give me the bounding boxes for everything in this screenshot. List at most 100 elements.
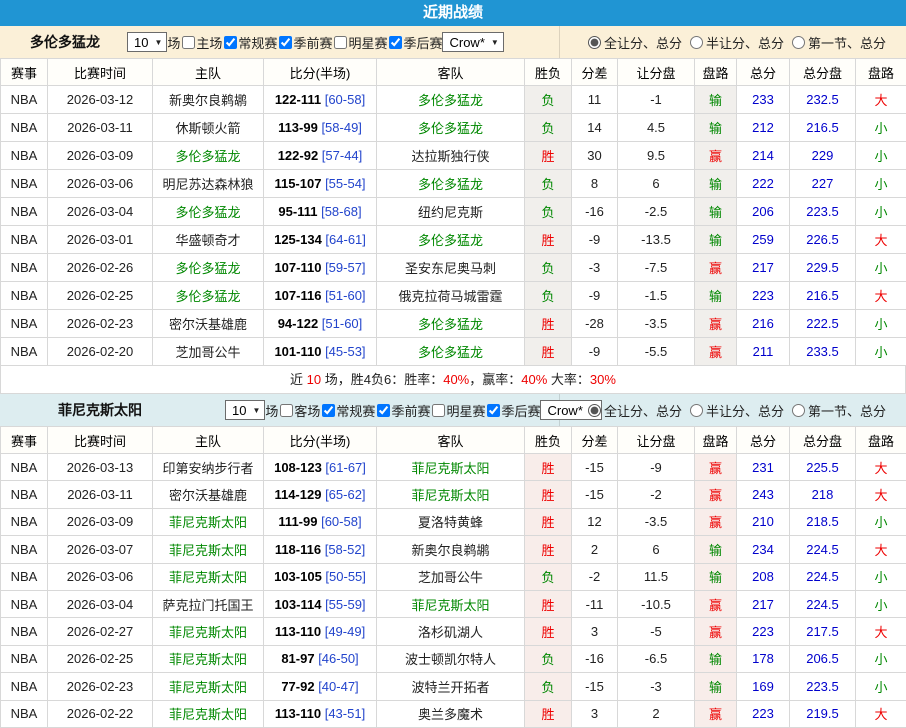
checkbox-icon[interactable] xyxy=(182,36,195,49)
results-table: 赛事比赛时间主队比分(半场)客队胜负分差让分盘盘路总分总分盘盘路 NBA2026… xyxy=(0,426,906,728)
cell-total-points: 223 xyxy=(737,618,790,645)
cell-home-team: 新奥尔良鹈鹕 xyxy=(153,86,264,114)
cell-home-team: 菲尼克斯太阳 xyxy=(153,645,264,672)
cell-total-points: 214 xyxy=(737,142,790,170)
cell-away-team: 菲尼克斯太阳 xyxy=(377,590,525,617)
cell-total-line: 224.5 xyxy=(790,590,856,617)
source-select[interactable]: Crow*▼ xyxy=(442,32,503,52)
cell-away-team: 纽约尼克斯 xyxy=(377,198,525,226)
cell-date: 2026-03-01 xyxy=(48,226,153,254)
games-select[interactable]: 10▼ xyxy=(225,400,265,420)
cell-league: NBA xyxy=(1,481,48,508)
stat-mode-radio[interactable]: 半让分、总分 xyxy=(690,33,784,52)
cell-score: 125-134 [64-61] xyxy=(264,226,377,254)
cell-over-under: 小 xyxy=(856,563,906,590)
filter-checkbox[interactable]: 常规赛 xyxy=(222,33,277,52)
cell-over-under: 小 xyxy=(856,590,906,617)
chevron-down-icon: ▼ xyxy=(252,406,260,415)
filter-checkbox[interactable]: 主场 xyxy=(180,33,222,52)
cell-date: 2026-02-25 xyxy=(48,645,153,672)
checkbox-icon[interactable] xyxy=(224,36,237,49)
checkbox-icon[interactable] xyxy=(432,404,445,417)
cell-over-under: 小 xyxy=(856,338,906,366)
cell-score: 95-111 [58-68] xyxy=(264,198,377,226)
stat-mode-radio[interactable]: 全让分、总分 xyxy=(588,33,682,52)
cell-league: NBA xyxy=(1,338,48,366)
cell-win-loss: 胜 xyxy=(525,481,572,508)
cell-score: 77-92 [40-47] xyxy=(264,673,377,700)
cell-handicap-line: -7.5 xyxy=(618,254,695,282)
filter-checkbox[interactable]: 季前赛 xyxy=(375,401,430,420)
table-row: NBA2026-03-11休斯顿火箭113-99 [58-49]多伦多猛龙负14… xyxy=(1,114,906,142)
cell-handicap-line: 9.5 xyxy=(618,142,695,170)
table-header-row: 赛事比赛时间主队比分(半场)客队胜负分差让分盘盘路总分总分盘盘路 xyxy=(1,427,906,454)
cell-score: 122-111 [60-58] xyxy=(264,86,377,114)
stat-mode-radio[interactable]: 全让分、总分 xyxy=(588,401,682,420)
stat-mode-radio[interactable]: 第一节、总分 xyxy=(792,401,886,420)
cell-handicap-result: 输 xyxy=(695,673,737,700)
games-select[interactable]: 10▼ xyxy=(127,32,167,52)
table-row: NBA2026-03-12新奥尔良鹈鹕122-111 [60-58]多伦多猛龙负… xyxy=(1,86,906,114)
checkbox-icon[interactable] xyxy=(279,36,292,49)
cell-point-diff: -9 xyxy=(572,338,618,366)
filter-checkbox[interactable]: 季前赛 xyxy=(277,33,332,52)
filter-checkbox[interactable]: 明星赛 xyxy=(430,401,485,420)
cell-away-team: 达拉斯独行侠 xyxy=(377,142,525,170)
cell-total-line: 229.5 xyxy=(790,254,856,282)
checkbox-icon[interactable] xyxy=(377,404,390,417)
cell-point-diff: -15 xyxy=(572,454,618,481)
filter-checkbox[interactable]: 季后赛 xyxy=(387,33,442,52)
table-row: NBA2026-02-26多伦多猛龙107-110 [59-57]圣安东尼奥马刺… xyxy=(1,254,906,282)
radio-icon[interactable] xyxy=(792,36,805,49)
column-header: 比赛时间 xyxy=(48,59,153,86)
column-header: 比分(半场) xyxy=(264,427,377,454)
filter-checkbox[interactable]: 季后赛 xyxy=(485,401,540,420)
cell-over-under: 大 xyxy=(856,618,906,645)
filter-checkbox[interactable]: 客场 xyxy=(278,401,320,420)
cell-home-team: 菲尼克斯太阳 xyxy=(153,563,264,590)
table-row: NBA2026-03-11密尔沃基雄鹿114-129 [65-62]菲尼克斯太阳… xyxy=(1,481,906,508)
cell-win-loss: 负 xyxy=(525,86,572,114)
cell-away-team: 多伦多猛龙 xyxy=(377,170,525,198)
checkbox-icon[interactable] xyxy=(280,404,293,417)
radio-group: 全让分、总分半让分、总分第一节、总分 xyxy=(560,26,906,58)
cell-home-team: 多伦多猛龙 xyxy=(153,198,264,226)
cell-over-under: 大 xyxy=(856,481,906,508)
cell-home-team: 休斯顿火箭 xyxy=(153,114,264,142)
cell-league: NBA xyxy=(1,673,48,700)
cell-handicap-result: 赢 xyxy=(695,142,737,170)
table-header-row: 赛事比赛时间主队比分(半场)客队胜负分差让分盘盘路总分总分盘盘路 xyxy=(1,59,906,86)
column-header: 盘路 xyxy=(695,427,737,454)
checkbox-icon[interactable] xyxy=(487,404,500,417)
cell-handicap-result: 赢 xyxy=(695,618,737,645)
radio-icon[interactable] xyxy=(588,36,601,49)
cell-total-points: 259 xyxy=(737,226,790,254)
table-row: NBA2026-03-06菲尼克斯太阳103-105 [50-55]芝加哥公牛负… xyxy=(1,563,906,590)
stat-mode-radio[interactable]: 第一节、总分 xyxy=(792,33,886,52)
cell-handicap-result: 输 xyxy=(695,226,737,254)
radio-icon[interactable] xyxy=(588,404,601,417)
chevron-down-icon: ▼ xyxy=(491,38,499,47)
stat-mode-radio[interactable]: 半让分、总分 xyxy=(690,401,784,420)
cell-score: 122-92 [57-44] xyxy=(264,142,377,170)
cell-handicap-line: -3.5 xyxy=(618,508,695,535)
cell-league: NBA xyxy=(1,700,48,727)
cell-handicap-line: -6.5 xyxy=(618,645,695,672)
cell-win-loss: 胜 xyxy=(525,508,572,535)
cell-win-loss: 胜 xyxy=(525,536,572,563)
cell-league: NBA xyxy=(1,563,48,590)
radio-icon[interactable] xyxy=(690,404,703,417)
filter-checkbox[interactable]: 常规赛 xyxy=(320,401,375,420)
checkbox-icon[interactable] xyxy=(322,404,335,417)
checkbox-icon[interactable] xyxy=(389,36,402,49)
cell-win-loss: 胜 xyxy=(525,142,572,170)
radio-icon[interactable] xyxy=(792,404,805,417)
cell-over-under: 大 xyxy=(856,536,906,563)
checkbox-icon[interactable] xyxy=(334,36,347,49)
cell-score: 113-110 [49-49] xyxy=(264,618,377,645)
radio-icon[interactable] xyxy=(690,36,703,49)
filter-checkbox[interactable]: 明星赛 xyxy=(332,33,387,52)
cell-handicap-line: -2 xyxy=(618,481,695,508)
cell-league: NBA xyxy=(1,310,48,338)
table-row: NBA2026-02-25菲尼克斯太阳81-97 [46-50]波士顿凯尔特人负… xyxy=(1,645,906,672)
